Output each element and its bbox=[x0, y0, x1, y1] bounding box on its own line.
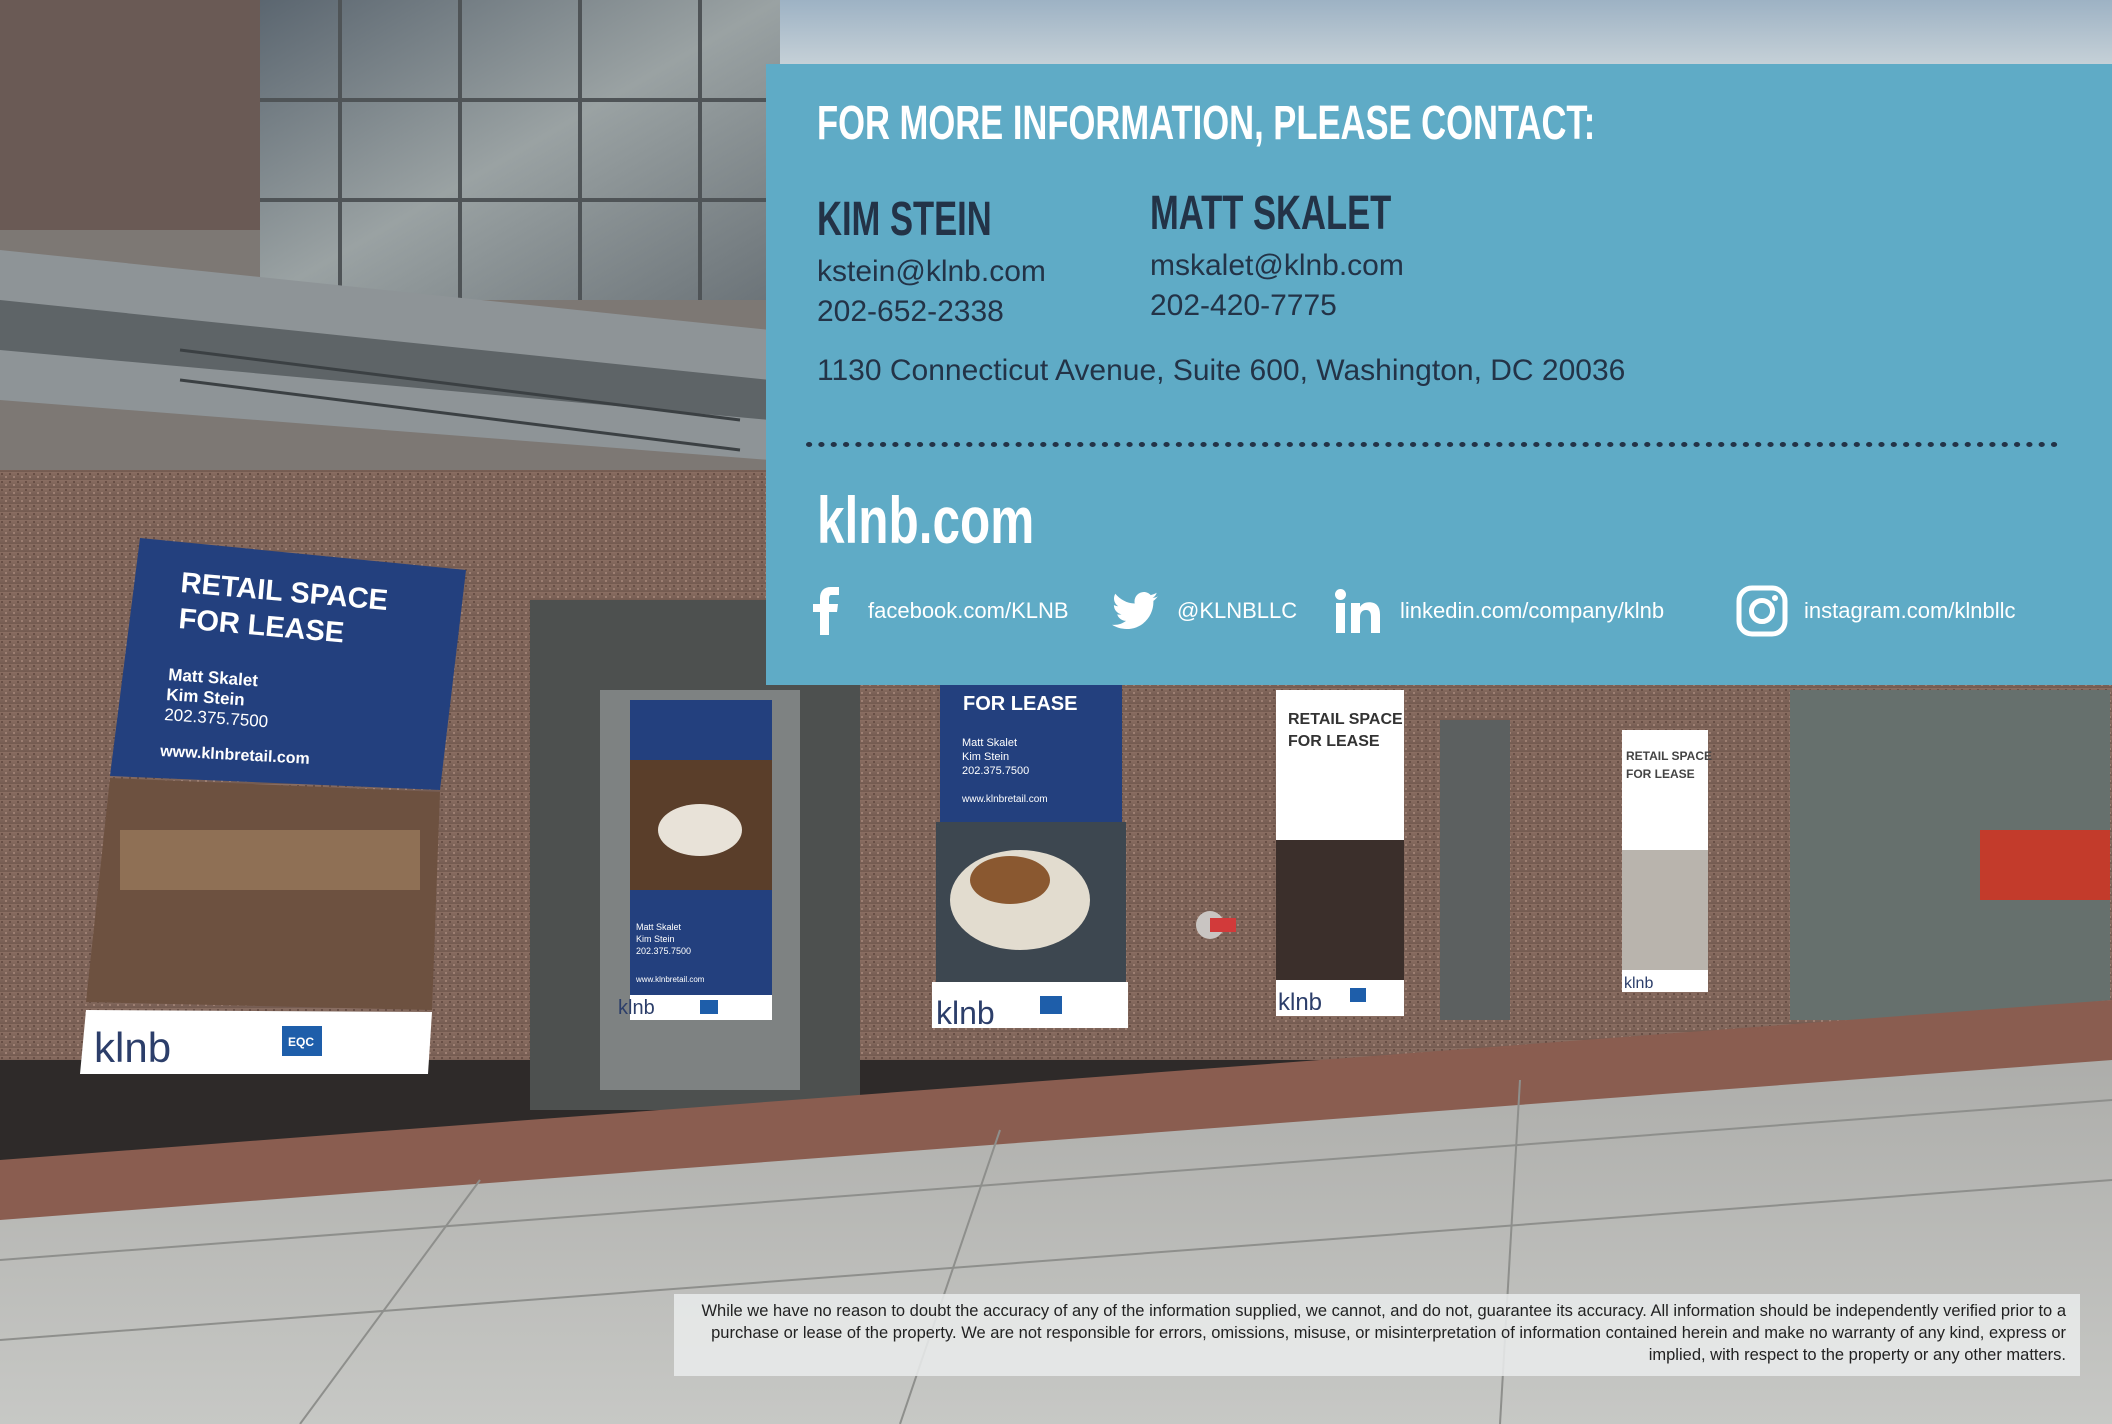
mid-banner-name-2: Kim Stein bbox=[962, 751, 1009, 763]
door-banner-name-2: Kim Stein bbox=[636, 934, 675, 944]
contact-phone[interactable]: 202-652-2338 bbox=[817, 292, 1060, 332]
linkedin-label: linkedin.com/company/klnb bbox=[1400, 598, 1665, 623]
leasing-banner-right-1: RETAIL SPACE FOR LEASE klnb bbox=[1276, 690, 1404, 1016]
twitter-icon bbox=[1109, 585, 1161, 637]
dotted-divider bbox=[806, 442, 2059, 447]
leasing-banner-mid: FOR LEASE Matt Skalet Kim Stein 202.375.… bbox=[932, 682, 1128, 1031]
instagram-icon bbox=[1736, 585, 1788, 637]
right2-title-1: RETAIL SPACE bbox=[1626, 749, 1712, 763]
mid-banner-logo: klnb bbox=[936, 995, 995, 1031]
social-linkedin[interactable]: linkedin.com/company/klnb bbox=[1332, 584, 1664, 638]
linkedin-icon bbox=[1332, 585, 1384, 637]
instagram-label: instagram.com/klnbllc bbox=[1804, 598, 2016, 623]
leasing-banner-right-2: RETAIL SPACE FOR LEASE klnb bbox=[1622, 730, 1712, 992]
contact-heading: FOR MORE INFORMATION, PLEASE CONTACT: bbox=[817, 97, 1596, 150]
website-link[interactable]: klnb.com bbox=[817, 482, 1034, 558]
mid-banner-title: FOR LEASE bbox=[963, 693, 1077, 715]
social-instagram[interactable]: instagram.com/klnbllc bbox=[1736, 584, 2016, 638]
legal-disclaimer: While we have no reason to doubt the acc… bbox=[674, 1294, 2080, 1376]
mid-banner-name-1: Matt Skalet bbox=[962, 737, 1017, 749]
mid-banner-phone: 202.375.7500 bbox=[962, 765, 1029, 777]
door-banner-phone: 202.375.7500 bbox=[636, 946, 691, 956]
contact-phone[interactable]: 202-420-7775 bbox=[1150, 286, 1485, 326]
facebook-label: facebook.com/KLNB bbox=[868, 598, 1069, 623]
contact-name: MATT SKALET bbox=[1150, 187, 1392, 240]
door-banner-name-1: Matt Skalet bbox=[636, 922, 682, 932]
social-twitter[interactable]: @KLNBLLC bbox=[1109, 584, 1297, 638]
right1-title-2: FOR LEASE bbox=[1288, 733, 1380, 750]
contact-card-kim-stein: KIM STEIN kstein@klnb.com 202-652-2338 bbox=[817, 194, 1060, 332]
contact-email-link[interactable]: mskalet@klnb.com bbox=[1150, 246, 1485, 286]
contact-card-matt-skalet: MATT SKALET mskalet@klnb.com 202-420-777… bbox=[1150, 188, 1485, 326]
contact-email-link[interactable]: kstein@klnb.com bbox=[817, 252, 1060, 292]
banner-logo: klnb bbox=[94, 1024, 171, 1071]
facebook-icon bbox=[800, 585, 852, 637]
contact-name: KIM STEIN bbox=[817, 193, 992, 246]
banner-partner: EQC bbox=[288, 1035, 314, 1049]
door-banner-url: www.klnbretail.com bbox=[635, 975, 705, 984]
right1-logo: klnb bbox=[1278, 989, 1322, 1016]
leasing-banner-door: Matt Skalet Kim Stein 202.375.7500 www.k… bbox=[618, 700, 772, 1020]
right1-title-1: RETAIL SPACE bbox=[1288, 711, 1403, 728]
leasing-banner-large: RETAIL SPACE FOR LEASE Matt Skalet Kim S… bbox=[80, 538, 466, 1074]
twitter-label: @KLNBLLC bbox=[1177, 598, 1298, 623]
mid-banner-url: www.klnbretail.com bbox=[961, 794, 1048, 805]
right2-logo: klnb bbox=[1624, 975, 1653, 992]
office-address: 1130 Connecticut Avenue, Suite 600, Wash… bbox=[817, 354, 1626, 387]
door-banner-logo: klnb bbox=[618, 997, 655, 1019]
social-facebook[interactable]: facebook.com/KLNB bbox=[800, 584, 1069, 638]
contact-panel: FOR MORE INFORMATION, PLEASE CONTACT: KI… bbox=[766, 64, 2112, 685]
right2-title-2: FOR LEASE bbox=[1626, 767, 1695, 781]
